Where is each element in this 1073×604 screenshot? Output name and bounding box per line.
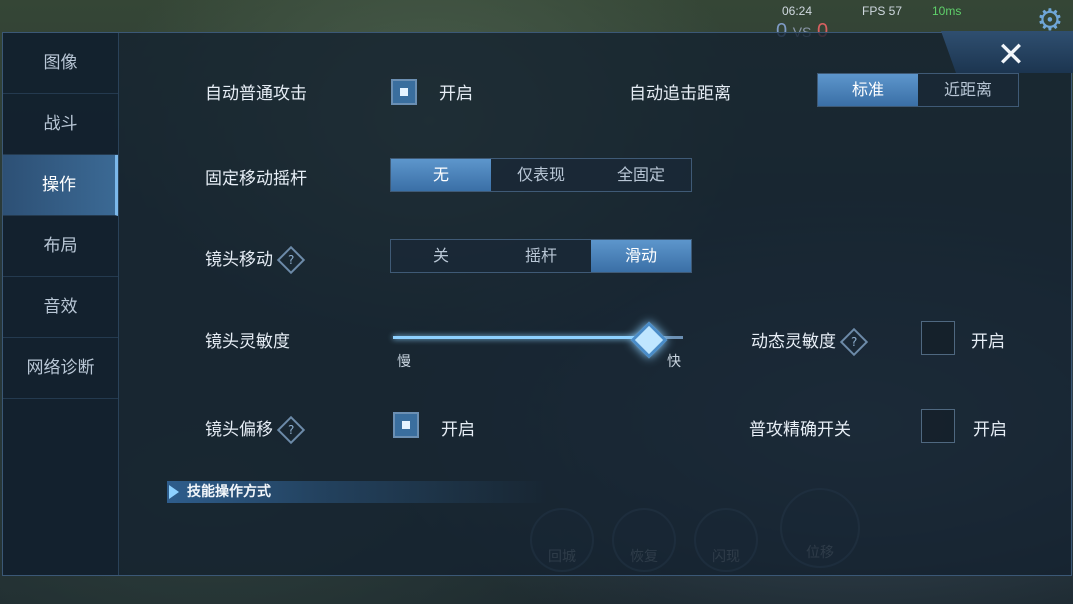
precise-attack-label: 普攻精确开关 xyxy=(749,420,851,440)
section-title: 技能操作方式 xyxy=(167,481,547,503)
camera-move-segmented: 关 摇杆 滑动 xyxy=(390,239,692,273)
fixed-joystick-label: 固定移动摇杆 xyxy=(205,169,307,189)
auto-attack-checkbox[interactable] xyxy=(391,79,417,105)
sidebar-item-network[interactable]: 网络诊断 xyxy=(3,338,118,399)
camera-offset-label: 镜头偏移? xyxy=(205,415,306,445)
camera-sensitivity-label: 镜头灵敏度 xyxy=(205,332,290,352)
sidebar-item-image[interactable]: 图像 xyxy=(3,33,118,94)
dynamic-sensitivity-toggle-text: 开启 xyxy=(971,332,1005,352)
fixed-joystick-segmented: 无 仅表现 全固定 xyxy=(390,158,692,192)
auto-chase-label: 自动追击距离 xyxy=(629,84,731,104)
sidebar-item-audio[interactable]: 音效 xyxy=(3,277,118,338)
dynamic-sensitivity-checkbox[interactable] xyxy=(921,321,955,355)
camera-option-off[interactable]: 关 xyxy=(391,240,491,272)
auto-attack-toggle-text: 开启 xyxy=(439,84,473,104)
dynamic-sensitivity-text: 动态灵敏度 xyxy=(751,332,836,352)
sidebar-item-controls[interactable]: 操作 xyxy=(3,155,118,216)
fps-readout: FPS 57 xyxy=(862,4,903,18)
help-icon[interactable]: ? xyxy=(276,245,306,275)
settings-content: 自动普通攻击 开启 自动追击距离 标准 近距离 固定移动摇杆 无 仅表现 全固定… xyxy=(123,33,1071,575)
camera-move-text: 镜头移动 xyxy=(205,250,273,270)
camera-offset-toggle-text: 开启 xyxy=(441,420,475,440)
camera-offset-text: 镜头偏移 xyxy=(205,420,273,440)
settings-panel: ✕ 图像 战斗 操作 布局 音效 网络诊断 自动普通攻击 开启 自动追击距离 标… xyxy=(2,31,1073,576)
chase-option-standard[interactable]: 标准 xyxy=(818,74,918,106)
precise-attack-checkbox[interactable] xyxy=(921,409,955,443)
camera-move-label: 镜头移动? xyxy=(205,245,306,275)
sidebar-item-layout[interactable]: 布局 xyxy=(3,216,118,277)
help-icon[interactable]: ? xyxy=(839,327,869,357)
joystick-option-visual[interactable]: 仅表现 xyxy=(491,159,591,191)
sensitivity-slider-fill xyxy=(393,336,649,339)
slider-slow-label: 慢 xyxy=(397,354,411,370)
slider-fast-label: 快 xyxy=(667,354,681,370)
camera-option-joystick[interactable]: 摇杆 xyxy=(491,240,591,272)
help-icon[interactable]: ? xyxy=(276,415,306,445)
camera-option-swipe[interactable]: 滑动 xyxy=(591,240,691,272)
precise-attack-toggle-text: 开启 xyxy=(973,420,1007,440)
joystick-option-none[interactable]: 无 xyxy=(391,159,491,191)
auto-chase-segmented: 标准 近距离 xyxy=(817,73,1019,107)
settings-sidebar: 图像 战斗 操作 布局 音效 网络诊断 xyxy=(3,33,119,575)
status-bar: 06:24 FPS 57 10ms xyxy=(0,0,1073,30)
auto-attack-label: 自动普通攻击 xyxy=(205,84,307,104)
camera-offset-checkbox[interactable] xyxy=(393,412,419,438)
chase-option-close[interactable]: 近距离 xyxy=(918,74,1018,106)
ping-readout: 10ms xyxy=(932,4,962,18)
joystick-option-full[interactable]: 全固定 xyxy=(591,159,691,191)
dynamic-sensitivity-label: 动态灵敏度? xyxy=(751,327,869,357)
sensitivity-slider-thumb[interactable] xyxy=(630,321,668,359)
sidebar-item-combat[interactable]: 战斗 xyxy=(3,94,118,155)
clock: 06:24 xyxy=(782,4,813,18)
